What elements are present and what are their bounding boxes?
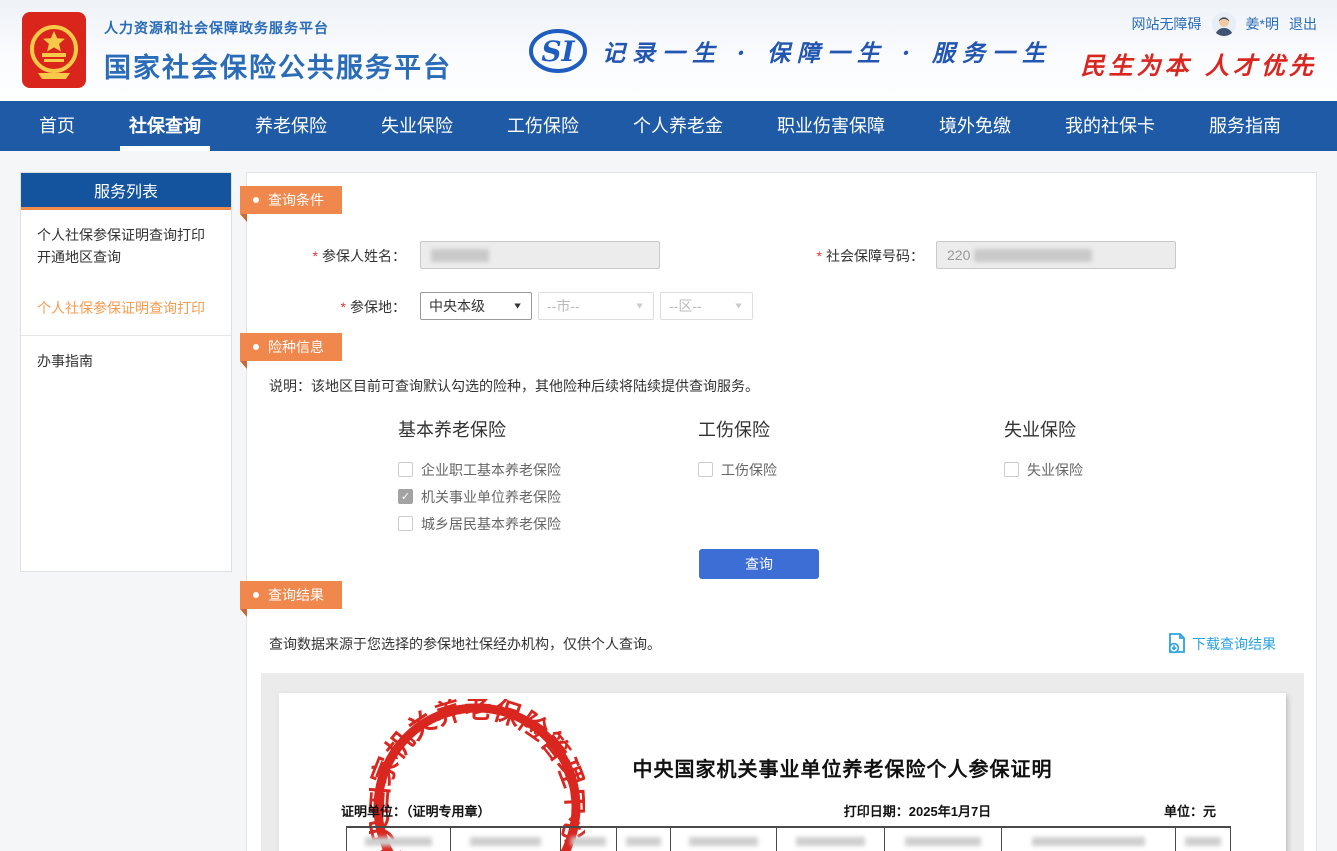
area-select-province[interactable]: 中央本级 ▼ — [420, 292, 532, 320]
area-label: *参保地： — [341, 297, 406, 317]
sidebar-item-guide[interactable]: 办事指南 — [21, 335, 231, 388]
table-cell — [1002, 828, 1176, 851]
certificate-title: 中央国家机关事业单位养老保险个人参保证明 — [459, 753, 1226, 782]
bullet-icon — [253, 344, 259, 350]
username[interactable]: 姜*明 — [1246, 14, 1279, 34]
nav-item-personal-pension[interactable]: 个人养老金 — [606, 101, 750, 151]
nav-item-my-card[interactable]: 我的社保卡 — [1038, 101, 1182, 151]
ssn-input: 220 — [936, 241, 1176, 269]
platform-small-title: 人力资源和社会保障政务服务平台 — [104, 18, 452, 38]
download-label: 下载查询结果 — [1192, 634, 1276, 654]
certificate-print-date: 打印日期：2025年1月7日 — [671, 801, 1164, 820]
table-cell — [777, 828, 885, 851]
table-cell — [346, 828, 451, 851]
option-enterprise-pension[interactable]: 企业职工基本养老保险 — [398, 456, 561, 483]
table-cell — [671, 828, 777, 851]
option-unemployment[interactable]: 失业保险 — [1004, 456, 1083, 483]
table-cell — [451, 828, 561, 851]
option-rural-pension[interactable]: 城乡居民基本养老保险 — [398, 510, 561, 537]
group-title: 工伤保险 — [698, 416, 777, 442]
user-avatar[interactable] — [1212, 12, 1236, 36]
logout-link[interactable]: 退出 — [1289, 14, 1317, 34]
group-title: 失业保险 — [1004, 416, 1083, 442]
bullet-icon — [253, 592, 259, 598]
name-input — [420, 241, 660, 269]
section-insurance-info: 险种信息 — [240, 333, 342, 361]
masked-ssn-value — [974, 249, 1092, 262]
table-cell — [1176, 828, 1231, 851]
insurance-note: 说明：该地区目前可查询默认勾选的险种，其他险种后续将陆续提供查询服务。 — [269, 376, 759, 396]
ssn-label: *社会保障号码： — [817, 246, 924, 266]
nav-item-overseas-exemption[interactable]: 境外免缴 — [912, 101, 1038, 151]
nav-item-service-guide[interactable]: 服务指南 — [1182, 101, 1308, 151]
section-query-result: 查询结果 — [240, 581, 342, 609]
svg-text:SI: SI — [541, 35, 575, 68]
section-query-conditions: 查询条件 — [240, 186, 342, 214]
certificate-preview-area: 中央国家机关养老保险管理中心 中央国家机关事业单位养老保险个人参保证明 证明单位… — [261, 673, 1304, 851]
page-body: 服务列表 个人社保参保证明查询打印开通地区查询 个人社保参保证明查询打印 办事指… — [0, 151, 1337, 851]
accessibility-link[interactable]: 网站无障碍 — [1132, 14, 1202, 34]
main-nav: 首页 社保查询 养老保险 失业保险 工伤保险 个人养老金 职业伤害保障 境外免缴… — [0, 101, 1337, 151]
bullet-icon — [253, 197, 259, 203]
certificate-page: 中央国家机关养老保险管理中心 中央国家机关事业单位养老保险个人参保证明 证明单位… — [279, 693, 1286, 851]
checkbox-icon[interactable] — [398, 462, 413, 477]
required-mark: * — [817, 248, 822, 264]
sidebar-item-open-area-query[interactable]: 个人社保参保证明查询打印开通地区查询 — [21, 210, 231, 283]
select-value: --市-- — [547, 296, 580, 316]
national-emblem-icon — [28, 19, 80, 81]
option-government-pension[interactable]: 机关事业单位养老保险 — [398, 483, 561, 510]
name-label: *参保人姓名： — [313, 246, 406, 266]
select-value: --区-- — [669, 296, 702, 316]
section-title: 查询结果 — [268, 585, 324, 605]
group-title: 基本养老保险 — [398, 416, 561, 442]
group-work-injury: 工伤保险 工伤保险 — [698, 416, 777, 483]
checkbox-icon[interactable] — [398, 516, 413, 531]
group-basic-pension: 基本养老保险 企业职工基本养老保险 机关事业单位养老保险 城乡居民基本养老保险 — [398, 416, 561, 537]
table-cell — [561, 828, 617, 851]
header-slogan: 记录一生 · 保障一生 · 服务一生 — [602, 34, 1052, 68]
ssn-visible-digits: 220 — [947, 247, 970, 263]
area-select-city[interactable]: --市-- ▼ — [538, 292, 654, 320]
masked-name-value — [431, 249, 489, 262]
download-result-link[interactable]: 下载查询结果 — [1166, 633, 1276, 655]
section-title: 险种信息 — [268, 337, 324, 357]
national-emblem-logo — [22, 12, 86, 88]
chevron-down-icon: ▼ — [733, 301, 744, 311]
si-logo-icon: SI — [528, 28, 588, 74]
main-panel: 查询条件 *参保人姓名： *社会保障号码： 220 *参保地： 中央本级 ▼ -… — [246, 172, 1317, 851]
nav-item-pension[interactable]: 养老保险 — [228, 101, 354, 151]
certificate-table — [346, 826, 1231, 851]
chevron-down-icon: ▼ — [512, 301, 523, 311]
avatar-icon — [1212, 12, 1236, 36]
nav-item-occupational-injury[interactable]: 职业伤害保障 — [750, 101, 912, 151]
group-unemployment: 失业保险 失业保险 — [1004, 416, 1083, 483]
query-button[interactable]: 查询 — [699, 549, 819, 579]
nav-item-home[interactable]: 首页 — [12, 101, 102, 151]
nav-item-shebao-query[interactable]: 社保查询 — [102, 101, 228, 151]
table-cell — [617, 828, 671, 851]
download-document-icon — [1166, 633, 1187, 655]
nav-item-work-injury[interactable]: 工伤保险 — [480, 101, 606, 151]
required-mark: * — [341, 299, 346, 315]
area-select-district[interactable]: --区-- ▼ — [660, 292, 753, 320]
section-title: 查询条件 — [268, 190, 324, 210]
service-list-sidebar: 服务列表 个人社保参保证明查询打印开通地区查询 个人社保参保证明查询打印 办事指… — [20, 172, 232, 572]
checkbox-icon[interactable] — [698, 462, 713, 477]
checkbox-icon[interactable] — [398, 489, 413, 504]
sidebar-title: 服务列表 — [21, 173, 231, 210]
table-cell — [885, 828, 1002, 851]
certificate-issuer: 证明单位：（证明专用章） — [341, 801, 671, 820]
sidebar-item-cert-print[interactable]: 个人社保参保证明查询打印 — [21, 283, 231, 335]
result-note: 查询数据来源于您选择的参保地社保经办机构，仅供个人查询。 — [269, 634, 661, 654]
calligraphy-motto: 民生为本 人才优先 — [1081, 46, 1317, 81]
option-work-injury[interactable]: 工伤保险 — [698, 456, 777, 483]
checkbox-icon[interactable] — [1004, 462, 1019, 477]
select-value: 中央本级 — [429, 296, 485, 316]
chevron-down-icon: ▼ — [634, 301, 645, 311]
certificate-unit: 单位：元 — [1164, 801, 1216, 820]
platform-title: 国家社会保险公共服务平台 — [104, 46, 452, 85]
required-mark: * — [313, 248, 318, 264]
page-header: 人力资源和社会保障政务服务平台 国家社会保险公共服务平台 SI 记录一生 · 保… — [0, 0, 1337, 101]
nav-item-unemployment[interactable]: 失业保险 — [354, 101, 480, 151]
